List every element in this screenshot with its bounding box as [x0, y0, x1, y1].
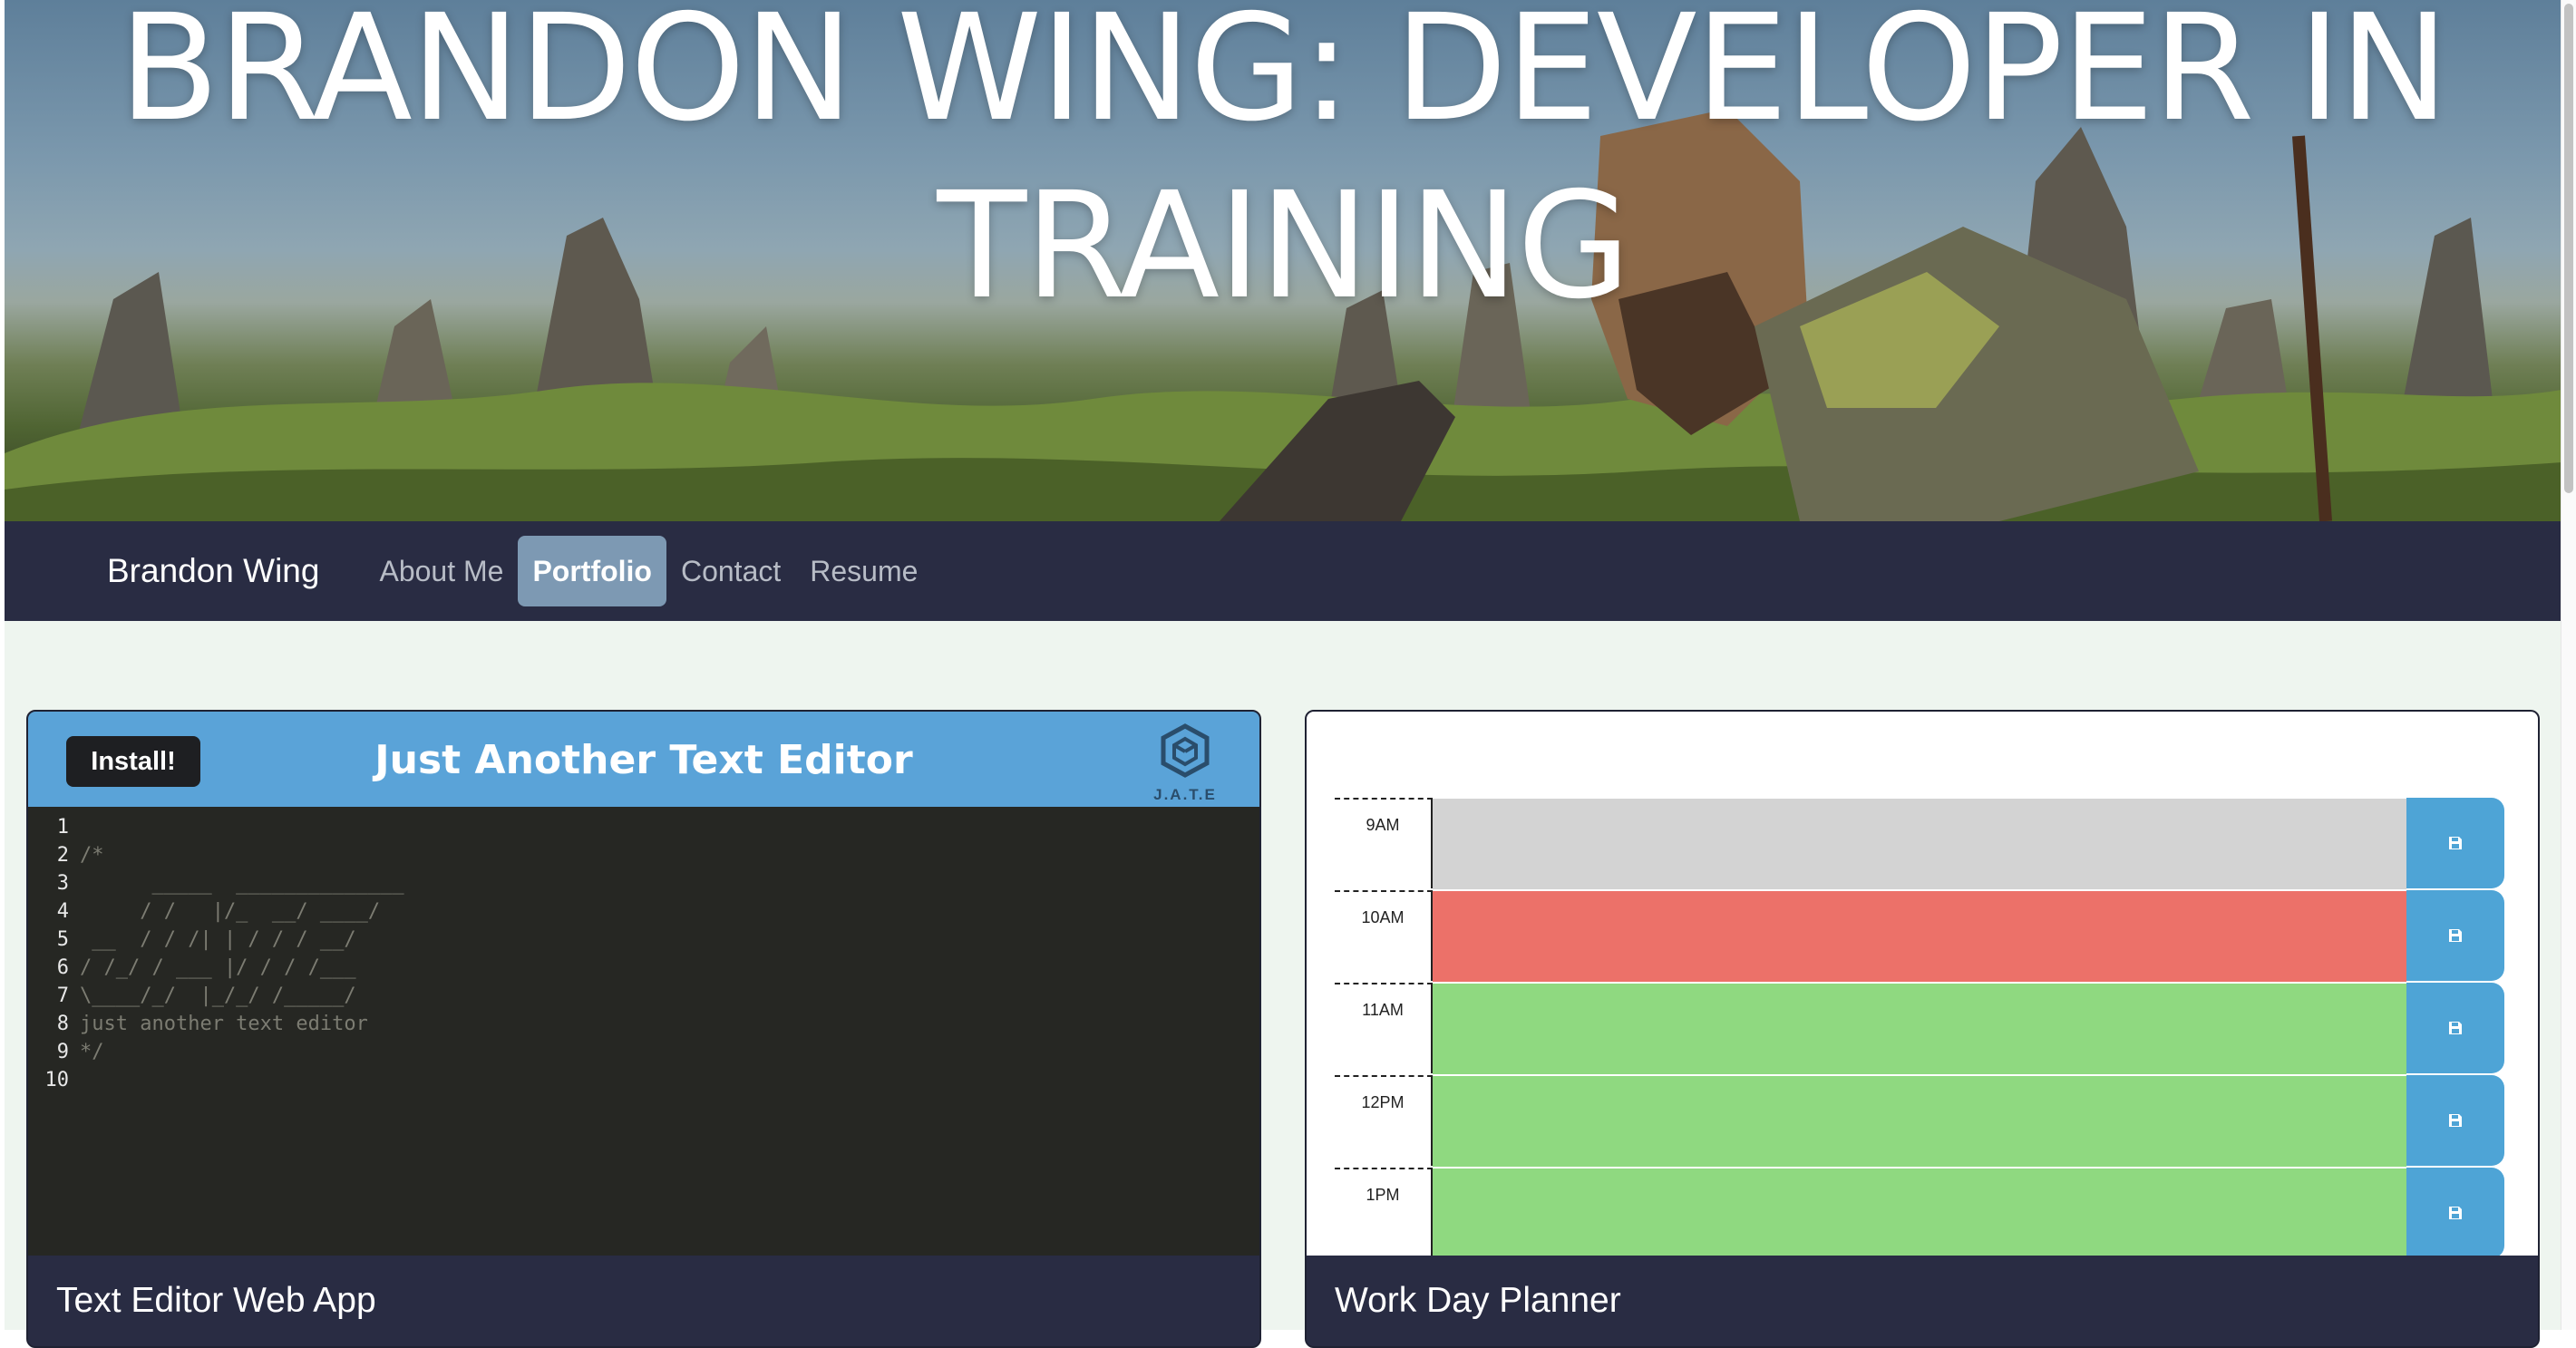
- hour-label: 11AM: [1335, 983, 1433, 1073]
- time-block: 12PM: [1335, 1075, 2504, 1168]
- nav-link-resume[interactable]: Resume: [795, 536, 932, 606]
- floppy-disk-icon: [2449, 1114, 2462, 1127]
- project-card-text-editor[interactable]: Install! Just Another Text Editor J.A.T.…: [26, 710, 1261, 1348]
- time-block: 1PM: [1335, 1168, 2504, 1260]
- navbar: Brandon Wing About Me Portfolio Contact …: [5, 521, 2561, 621]
- event-textarea[interactable]: [1433, 983, 2406, 1074]
- save-button[interactable]: [2406, 1075, 2504, 1166]
- editor-line: 10: [44, 1069, 70, 1091]
- editor-line: 5 __ / / /| | / / / __/: [56, 928, 356, 951]
- page-scrollbar[interactable]: [2561, 0, 2576, 1330]
- code-editor[interactable]: 1 2/* 3 _____ ______________ 4 / / |/_ _…: [28, 807, 1259, 1256]
- scrollbar-thumb[interactable]: [2564, 4, 2573, 493]
- hour-label: 9AM: [1335, 798, 1433, 888]
- jate-logo: J.A.T.E: [1151, 722, 1220, 804]
- floppy-disk-icon: [2449, 837, 2462, 849]
- editor-line: 8 just another text editor: [56, 1013, 368, 1035]
- event-textarea[interactable]: [1433, 798, 2406, 889]
- editor-line: 7 \____/_/ |_/_/ /_____/: [56, 984, 356, 1007]
- project-title[interactable]: Text Editor Web App: [28, 1256, 1259, 1346]
- time-block: 11AM: [1335, 983, 2504, 1075]
- event-textarea[interactable]: [1433, 1168, 2406, 1259]
- nav-link-about-me[interactable]: About Me: [365, 536, 518, 606]
- nav-link-portfolio[interactable]: Portfolio: [518, 536, 666, 606]
- editor-line: 2/*: [56, 844, 104, 867]
- editor-line: 1: [56, 816, 69, 839]
- jate-logo-text: J.A.T.E: [1153, 786, 1217, 803]
- event-textarea[interactable]: [1433, 1075, 2406, 1167]
- page-title-line-1: BRANDON WING: DEVELOPER IN: [118, 0, 2449, 154]
- hour-label: 12PM: [1335, 1075, 1433, 1166]
- event-textarea[interactable]: [1433, 890, 2406, 982]
- editor-line: 4 / / |/_ __/ ____/: [56, 900, 381, 923]
- save-button[interactable]: [2406, 798, 2504, 888]
- time-block: 9AM: [1335, 798, 2504, 890]
- editor-line: 3 _____ ______________: [56, 872, 404, 895]
- floppy-disk-icon: [2449, 929, 2462, 942]
- time-block: 10AM: [1335, 890, 2504, 983]
- jate-cube-icon: [1161, 723, 1210, 778]
- nav-link-contact[interactable]: Contact: [666, 536, 795, 606]
- save-button[interactable]: [2406, 983, 2504, 1073]
- hour-label: 10AM: [1335, 890, 1433, 981]
- brand-link[interactable]: Brandon Wing: [107, 552, 319, 590]
- hero-banner: BRANDON WING: DEVELOPER IN TRAINING: [5, 0, 2561, 521]
- hour-label: 1PM: [1335, 1168, 1433, 1258]
- jate-app-title: Just Another Text Editor: [374, 737, 913, 783]
- save-button[interactable]: [2406, 890, 2504, 981]
- jate-header: Install! Just Another Text Editor J.A.T.…: [28, 712, 1259, 807]
- editor-line: 9 */: [56, 1041, 104, 1063]
- planner-preview: 9AM 10AM 11AM 12PM 1PM: [1307, 712, 2538, 1259]
- editor-line: 6/ /_/ / ___ |/ / / /___: [56, 956, 356, 979]
- project-card-work-day-planner[interactable]: 9AM 10AM 11AM 12PM 1PM Work Day Planner: [1305, 710, 2540, 1348]
- save-button[interactable]: [2406, 1168, 2504, 1258]
- floppy-disk-icon: [2449, 1207, 2462, 1219]
- page-title-line-2: TRAINING: [937, 161, 1630, 332]
- project-title[interactable]: Work Day Planner: [1307, 1256, 2538, 1346]
- floppy-disk-icon: [2449, 1022, 2462, 1034]
- page-title: BRANDON WING: DEVELOPER IN TRAINING: [5, 0, 2561, 335]
